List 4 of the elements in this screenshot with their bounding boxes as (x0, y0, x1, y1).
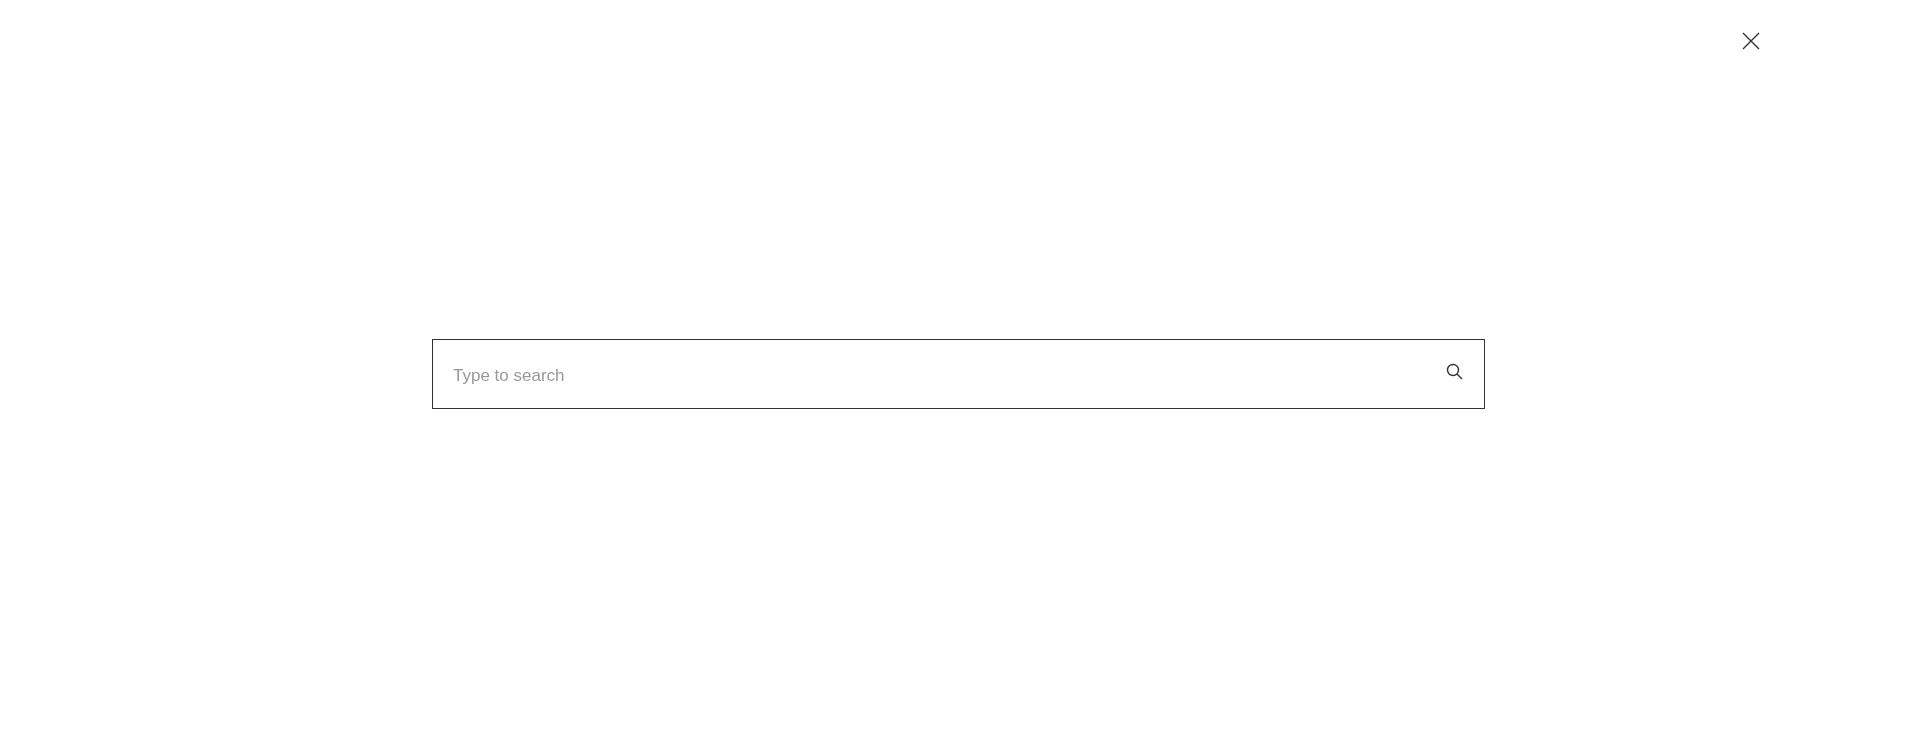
search-icon (1446, 363, 1463, 380)
close-button[interactable] (1741, 31, 1761, 51)
close-icon (1742, 32, 1760, 50)
search-field[interactable]: Type to search (432, 339, 1485, 409)
